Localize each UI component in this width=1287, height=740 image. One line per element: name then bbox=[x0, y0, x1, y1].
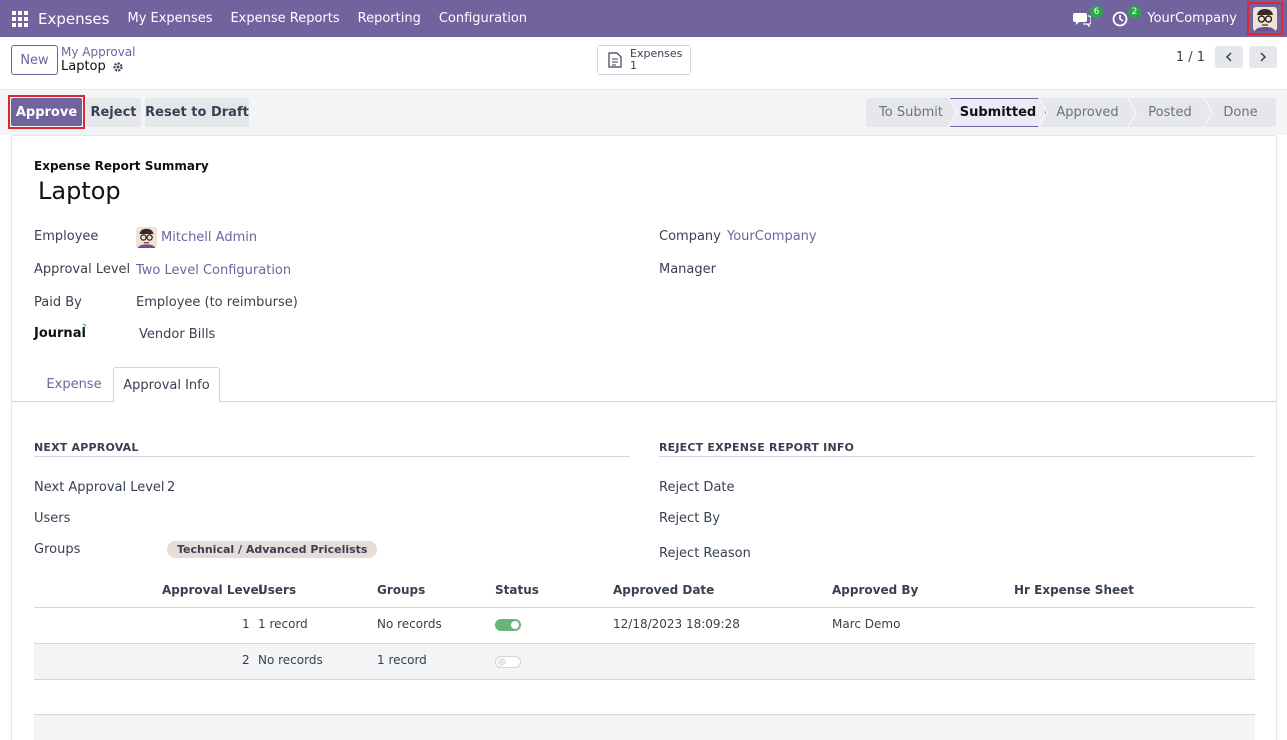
col-users[interactable]: Users bbox=[258, 583, 296, 597]
users-label: Users bbox=[34, 511, 71, 526]
row-divider bbox=[34, 679, 1255, 680]
journal-help-icon[interactable]: ? bbox=[82, 323, 86, 332]
pager-value[interactable]: 1 / 1 bbox=[1176, 50, 1205, 65]
tab-expense[interactable]: Expense bbox=[34, 367, 114, 402]
smart-button-count: 1 bbox=[630, 59, 637, 72]
company-label: Company bbox=[659, 229, 721, 244]
reject-date-label: Reject Date bbox=[659, 480, 735, 495]
reject-reason-label: Reject Reason bbox=[659, 546, 751, 561]
notebook-tabs: Expense Approval Info bbox=[12, 367, 1276, 403]
journal-label: Journal bbox=[34, 326, 86, 341]
section-divider bbox=[34, 456, 630, 457]
cell-users[interactable]: 1 record bbox=[258, 617, 308, 631]
top-navbar: Expenses My Expenses Expense Reports Rep… bbox=[0, 0, 1287, 37]
reset-to-draft-button[interactable]: Reset to Draft bbox=[145, 98, 249, 127]
cell-level: 2 bbox=[242, 653, 250, 667]
activities-clock-icon[interactable]: 2 bbox=[1109, 5, 1142, 30]
stage-done[interactable]: Done bbox=[1205, 98, 1276, 127]
approve-button-wrapper: Approve bbox=[8, 95, 85, 129]
approve-button[interactable]: Approve bbox=[11, 98, 82, 126]
document-icon bbox=[608, 52, 622, 68]
form-sheet: Expense Report Summary Laptop Employee M… bbox=[11, 135, 1277, 740]
breadcrumb-current: Laptop bbox=[61, 59, 124, 74]
cell-groups[interactable]: 1 record bbox=[377, 653, 427, 667]
stage-pipeline: To Submit Submitted Approved Posted Done bbox=[866, 98, 1276, 127]
col-hr-expense-sheet[interactable]: Hr Expense Sheet bbox=[1014, 583, 1134, 597]
company-value[interactable]: YourCompany bbox=[727, 229, 817, 244]
next-level-value: 2 bbox=[167, 480, 176, 495]
control-panel: New My Approval Laptop Expenses 1 1 / 1 bbox=[0, 37, 1287, 90]
status-toggle[interactable] bbox=[495, 619, 521, 631]
company-switcher[interactable]: YourCompany bbox=[1147, 11, 1237, 26]
summary-label: Expense Report Summary bbox=[34, 159, 209, 173]
pager-next-button[interactable] bbox=[1249, 46, 1277, 68]
new-button[interactable]: New bbox=[11, 45, 58, 75]
expenses-smart-button[interactable]: Expenses 1 bbox=[597, 45, 691, 75]
stage-posted[interactable]: Posted bbox=[1129, 98, 1211, 127]
reject-button[interactable]: Reject bbox=[86, 98, 141, 127]
next-approval-title: NEXT APPROVAL bbox=[34, 441, 139, 454]
employee-field[interactable]: Mitchell Admin bbox=[136, 227, 257, 248]
chevron-right-icon bbox=[1260, 52, 1267, 62]
status-bar: Approve Reject Reset to Draft To Submit … bbox=[0, 90, 1287, 135]
status-toggle[interactable] bbox=[495, 656, 521, 668]
cell-groups[interactable]: No records bbox=[377, 617, 442, 631]
manager-label: Manager bbox=[659, 262, 716, 277]
cell-users[interactable]: No records bbox=[258, 653, 323, 667]
messages-badge: 6 bbox=[1089, 5, 1104, 18]
gear-icon[interactable] bbox=[112, 61, 124, 73]
col-status[interactable]: Status bbox=[495, 583, 539, 597]
breadcrumb-parent[interactable]: My Approval bbox=[61, 45, 136, 59]
col-approval-level[interactable]: Approval Level bbox=[162, 583, 263, 597]
table-footer bbox=[34, 715, 1255, 740]
pager: 1 / 1 bbox=[1176, 46, 1277, 68]
table-row[interactable] bbox=[34, 644, 1255, 679]
paid-by-value[interactable]: Employee (to reimburse) bbox=[136, 295, 298, 310]
employee-value[interactable]: Mitchell Admin bbox=[161, 230, 257, 245]
breadcrumb-current-label: Laptop bbox=[61, 59, 106, 74]
pager-previous-button[interactable] bbox=[1215, 46, 1243, 68]
cell-approved-by: Marc Demo bbox=[832, 617, 901, 631]
section-divider bbox=[659, 456, 1255, 457]
group-tag[interactable]: Technical / Advanced Pricelists bbox=[167, 541, 378, 558]
menu-my-expenses[interactable]: My Expenses bbox=[127, 11, 212, 26]
avatar-icon bbox=[1253, 6, 1277, 31]
tab-approval-info[interactable]: Approval Info bbox=[113, 367, 220, 403]
approval-level-label: Approval Level bbox=[34, 262, 131, 277]
app-name[interactable]: Expenses bbox=[38, 10, 109, 28]
col-approved-date[interactable]: Approved Date bbox=[613, 583, 714, 597]
messages-icon[interactable]: 6 bbox=[1071, 5, 1104, 30]
app-grid-icon[interactable] bbox=[12, 10, 28, 27]
cell-level: 1 bbox=[242, 617, 250, 631]
activities-badge: 2 bbox=[1127, 5, 1142, 18]
stage-to-submit[interactable]: To Submit bbox=[866, 98, 956, 127]
menu-configuration[interactable]: Configuration bbox=[439, 11, 527, 26]
employee-avatar-icon bbox=[136, 227, 157, 248]
smart-button-label: Expenses bbox=[630, 47, 683, 60]
chevron-left-icon bbox=[1225, 52, 1232, 62]
table-header-divider bbox=[34, 607, 1255, 608]
reject-by-label: Reject By bbox=[659, 511, 721, 526]
journal-value[interactable]: Vendor Bills bbox=[139, 327, 215, 342]
col-groups[interactable]: Groups bbox=[377, 583, 425, 597]
reject-info-title: REJECT EXPENSE REPORT INFO bbox=[659, 441, 855, 454]
menu-reporting[interactable]: Reporting bbox=[358, 11, 421, 26]
paid-by-label: Paid By bbox=[34, 295, 82, 310]
cell-approved-date: 12/18/2023 18:09:28 bbox=[613, 617, 740, 631]
menu-expense-reports[interactable]: Expense Reports bbox=[230, 11, 339, 26]
next-level-label: Next Approval Level bbox=[34, 480, 165, 495]
col-approved-by[interactable]: Approved By bbox=[832, 583, 918, 597]
approval-level-value[interactable]: Two Level Configuration bbox=[136, 263, 291, 278]
stage-submitted[interactable]: Submitted bbox=[950, 98, 1046, 127]
report-title[interactable]: Laptop bbox=[38, 177, 121, 205]
stage-approved[interactable]: Approved bbox=[1040, 98, 1135, 127]
user-avatar[interactable] bbox=[1247, 2, 1283, 35]
employee-label: Employee bbox=[34, 229, 99, 244]
groups-label: Groups bbox=[34, 542, 81, 557]
